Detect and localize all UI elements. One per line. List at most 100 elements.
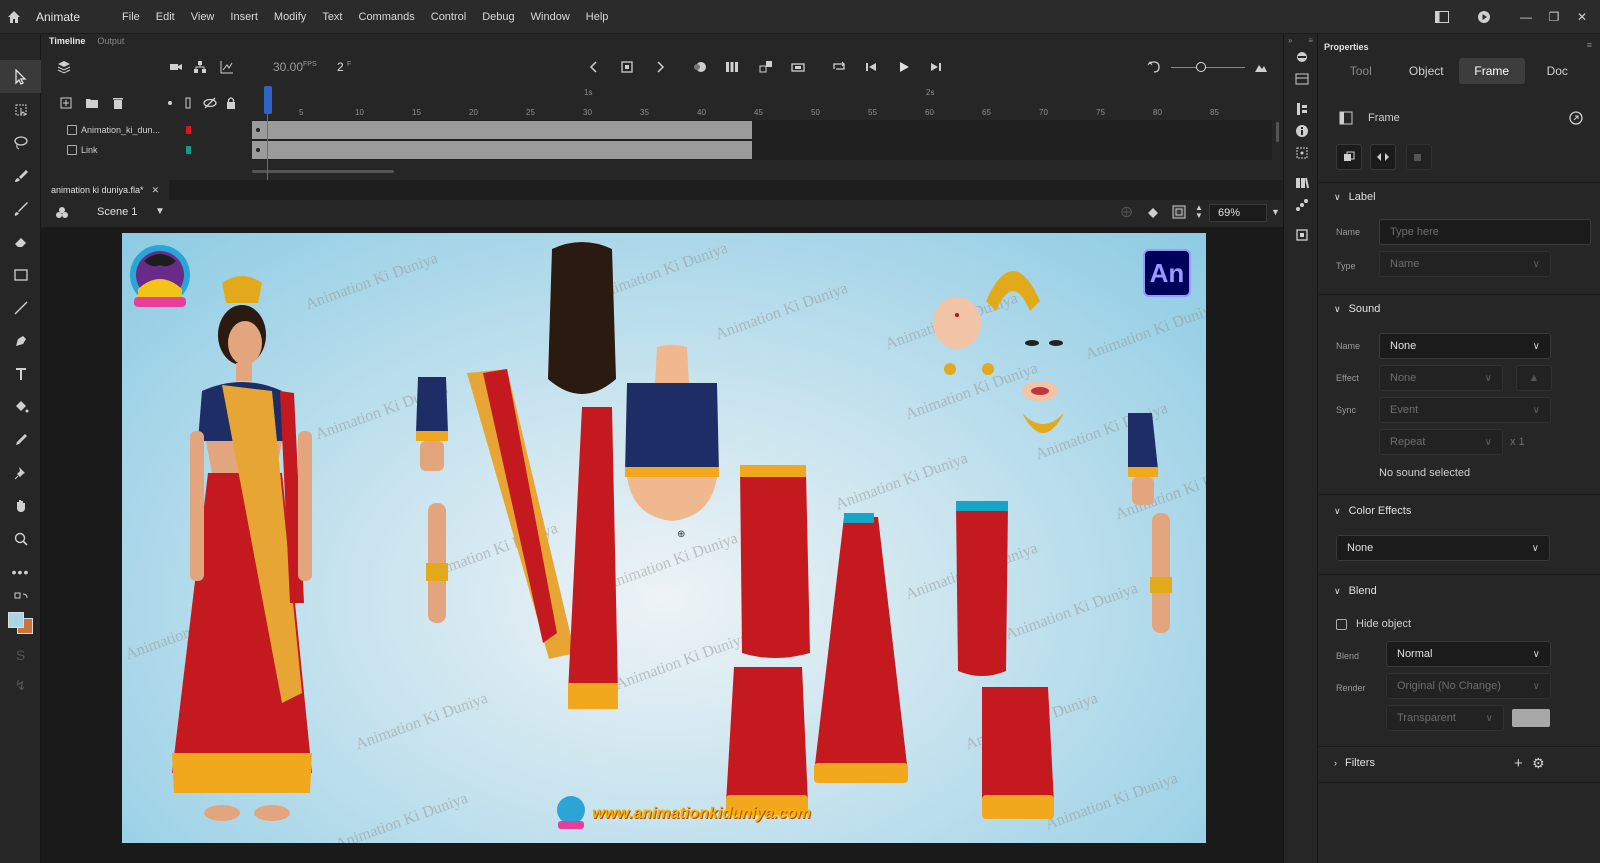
home-icon[interactable]: [0, 0, 28, 34]
scene-dropdown-icon[interactable]: ▼: [155, 206, 165, 217]
transform-icon[interactable]: [1284, 142, 1319, 164]
menu-debug[interactable]: Debug: [474, 11, 522, 23]
menu-file[interactable]: File: [114, 11, 148, 23]
edit-envelope-icon[interactable]: ▲: [1516, 365, 1552, 391]
sound-sync-select[interactable]: Event ∨: [1379, 397, 1551, 423]
zoom-input[interactable]: 69%: [1209, 204, 1267, 222]
tween-button[interactable]: [1370, 144, 1396, 170]
new-folder-icon[interactable]: [83, 94, 101, 112]
info-icon[interactable]: [1284, 120, 1319, 142]
playhead[interactable]: [264, 86, 272, 114]
stroke-color-swatch[interactable]: [8, 612, 24, 628]
new-layer-icon[interactable]: [57, 94, 75, 112]
timeline-hscrollbar[interactable]: [252, 170, 394, 173]
pen-tool-icon[interactable]: [0, 324, 41, 357]
layer-row[interactable]: Animation_ki_dun...: [41, 120, 251, 140]
label-type-select[interactable]: Name ∨: [1379, 251, 1551, 277]
lasso-tool-icon[interactable]: [0, 126, 41, 159]
step-forward-icon[interactable]: [927, 58, 945, 76]
line-tool-icon[interactable]: [0, 291, 41, 324]
pallu-part[interactable]: [562, 403, 622, 723]
eyes-part[interactable]: [1020, 333, 1070, 353]
menu-help[interactable]: Help: [578, 11, 617, 23]
panel-menu-icon[interactable]: ≡: [1308, 36, 1313, 45]
menu-view[interactable]: View: [183, 11, 223, 23]
rectangle-tool-icon[interactable]: [0, 258, 41, 291]
sound-name-select[interactable]: None ∨: [1379, 333, 1551, 359]
frame-size-slider[interactable]: [1171, 67, 1245, 68]
blend-section-header[interactable]: ∨ Blend: [1334, 585, 1377, 597]
prev-keyframe-icon[interactable]: [585, 58, 603, 76]
text-tool-icon[interactable]: [0, 357, 41, 390]
tab-timeline[interactable]: Timeline: [49, 36, 85, 46]
frame-row[interactable]: [252, 120, 1272, 140]
layer-color[interactable]: [186, 146, 191, 154]
workspace-icon[interactable]: [1434, 9, 1450, 25]
center-stage-icon[interactable]: ⨁: [1121, 205, 1132, 218]
add-filter-icon[interactable]: +: [1514, 755, 1523, 772]
zoom-tool-icon[interactable]: [0, 522, 41, 555]
delete-layer-icon[interactable]: [109, 94, 127, 112]
more-tools-icon[interactable]: •••: [0, 555, 41, 588]
tab-doc[interactable]: Doc: [1525, 58, 1591, 84]
filter-settings-icon[interactable]: ⚙: [1532, 755, 1545, 772]
frame-ruler[interactable]: 1s 2s 5 10 15 20 25 30 35 40 45 50 55 60…: [252, 86, 1283, 120]
layer-color[interactable]: [186, 126, 191, 134]
onion-skin-icon[interactable]: [691, 58, 709, 76]
hide-object-checkbox[interactable]: [1336, 619, 1347, 630]
lips-part[interactable]: [1018, 379, 1062, 405]
library-icon[interactable]: [1284, 46, 1319, 68]
align-icon[interactable]: [1284, 98, 1319, 120]
document-tab[interactable]: animation ki duniya.fla* ✕: [41, 180, 170, 200]
timeline-vscrollbar[interactable]: [1276, 122, 1279, 142]
crown-part[interactable]: [978, 241, 1048, 321]
sound-effect-select[interactable]: None ∨: [1379, 365, 1503, 391]
components-icon[interactable]: [1284, 68, 1319, 90]
label-section-header[interactable]: ∨ Label: [1334, 191, 1376, 203]
pleats-part[interactable]: [808, 513, 918, 803]
menu-insert[interactable]: Insert: [222, 11, 266, 23]
right-arm-part[interactable]: [1146, 513, 1176, 643]
background-color-swatch[interactable]: [1512, 709, 1550, 727]
test-movie-icon[interactable]: [1476, 9, 1492, 25]
frame-span[interactable]: [252, 141, 752, 159]
dupatta-part[interactable]: [457, 363, 577, 663]
mountain-icon[interactable]: [1252, 58, 1270, 76]
keyframe-dot[interactable]: [256, 128, 260, 132]
tab-output[interactable]: Output: [97, 36, 124, 46]
insert-keyframe-button[interactable]: [1336, 144, 1362, 170]
disabled-action-button[interactable]: [1406, 144, 1432, 170]
paint-bucket-tool-icon[interactable]: [0, 390, 41, 423]
tab-tool[interactable]: Tool: [1328, 58, 1394, 84]
loop-icon[interactable]: [830, 58, 848, 76]
menu-text[interactable]: Text: [314, 11, 350, 23]
help-icon[interactable]: [1568, 110, 1584, 129]
eyedropper-tool-icon[interactable]: [0, 423, 41, 456]
lock-layers-icon[interactable]: [222, 94, 240, 112]
zoom-stepper[interactable]: ▲ ▼: [1195, 204, 1203, 220]
color-swatches[interactable]: [0, 610, 40, 640]
frame-row[interactable]: [252, 140, 1272, 160]
scene-name[interactable]: Scene 1: [97, 206, 137, 218]
label-name-input[interactable]: Type here: [1379, 219, 1591, 245]
free-transform-tool-icon[interactable]: [0, 93, 41, 126]
brush-tool-icon[interactable]: [0, 192, 41, 225]
menu-edit[interactable]: Edit: [148, 11, 183, 23]
menu-modify[interactable]: Modify: [266, 11, 314, 23]
play-icon[interactable]: [895, 58, 913, 76]
clip-stage-icon[interactable]: [1171, 204, 1187, 223]
edit-multiple-frames-icon[interactable]: [723, 58, 741, 76]
layer-row[interactable]: Link: [41, 140, 251, 160]
necklace-part[interactable]: [1018, 409, 1068, 449]
assets-icon[interactable]: [1284, 172, 1319, 194]
skirt-top-part[interactable]: [734, 463, 814, 663]
outline-icon[interactable]: [179, 94, 197, 112]
keyframe-dot[interactable]: [256, 148, 260, 152]
paint-brush-tool-icon[interactable]: [0, 159, 41, 192]
menu-window[interactable]: Window: [523, 11, 578, 23]
swap-colors-icon[interactable]: [0, 588, 41, 610]
fps-value[interactable]: 30.00: [273, 60, 303, 74]
menu-control[interactable]: Control: [423, 11, 474, 23]
color-effects-header[interactable]: ∨ Color Effects: [1334, 505, 1411, 517]
rotate-tool-icon[interactable]: [1145, 204, 1161, 223]
